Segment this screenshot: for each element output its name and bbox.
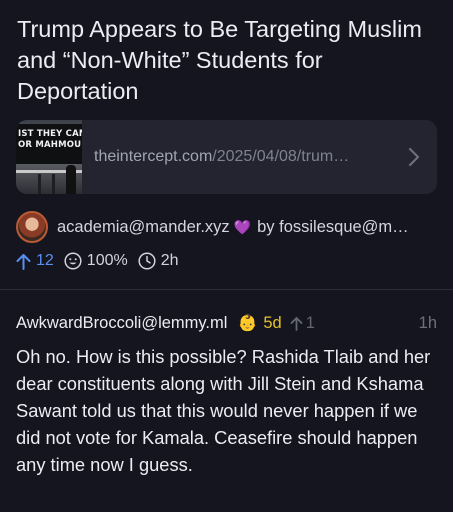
post-author[interactable]: by fossilesque@m… bbox=[257, 218, 409, 237]
community-name[interactable]: academia@mander.xyz bbox=[57, 218, 230, 237]
upvote-ratio: 100% bbox=[64, 252, 128, 270]
post-time: 2h bbox=[160, 252, 179, 269]
post-meta: academia@mander.xyz 💜 by fossilesque@m… bbox=[16, 211, 441, 243]
heart-icon: 💜 bbox=[233, 218, 252, 235]
post-age: 2h bbox=[138, 252, 179, 270]
comment-time: 1h bbox=[418, 313, 437, 332]
post-score: 12 bbox=[36, 252, 54, 269]
smiley-icon bbox=[64, 252, 82, 270]
chevron-right-icon bbox=[408, 147, 420, 167]
upvote-percentage: 100% bbox=[86, 252, 128, 269]
divider bbox=[0, 289, 453, 290]
account-age-badge: 5d bbox=[263, 313, 282, 332]
comment-upvote-button[interactable]: 1 bbox=[290, 314, 315, 333]
link-path: /2025/04/08/trum… bbox=[212, 148, 350, 165]
post-title[interactable]: Trump Appears to Be Targeting Muslim and… bbox=[17, 14, 442, 107]
baby-icon: 👶 bbox=[237, 315, 258, 332]
comment-score: 1 bbox=[305, 313, 315, 332]
link-url[interactable]: theintercept.com/2025/04/08/trum… bbox=[94, 148, 394, 166]
clock-icon bbox=[138, 252, 156, 270]
arrow-up-icon bbox=[16, 253, 31, 270]
comment-author[interactable]: AwkwardBroccoli@lemmy.ml bbox=[16, 314, 227, 333]
link-thumbnail[interactable]: IST THEY CAME OR MAHMOUD bbox=[16, 120, 82, 194]
link-preview-card[interactable]: IST THEY CAME OR MAHMOUD theintercept.co… bbox=[16, 120, 437, 194]
arrow-up-icon bbox=[290, 316, 303, 331]
link-domain: theintercept.com bbox=[94, 148, 213, 165]
thumbnail-sign: IST THEY CAME OR MAHMOUD bbox=[16, 124, 82, 164]
upvote-button[interactable]: 12 bbox=[16, 252, 54, 270]
comment-body[interactable]: Oh no. How is this possible? Rashida Tla… bbox=[16, 343, 441, 478]
post-stats: 12 100% 2h bbox=[16, 250, 189, 272]
comment-header: AwkwardBroccoli@lemmy.ml 👶 5d 1 1h bbox=[16, 311, 437, 335]
thumbnail-sign-line1: IST THEY CAME bbox=[18, 129, 82, 139]
community-avatar[interactable] bbox=[16, 211, 48, 243]
thumbnail-sign-line2: OR MAHMOUD bbox=[18, 140, 82, 150]
